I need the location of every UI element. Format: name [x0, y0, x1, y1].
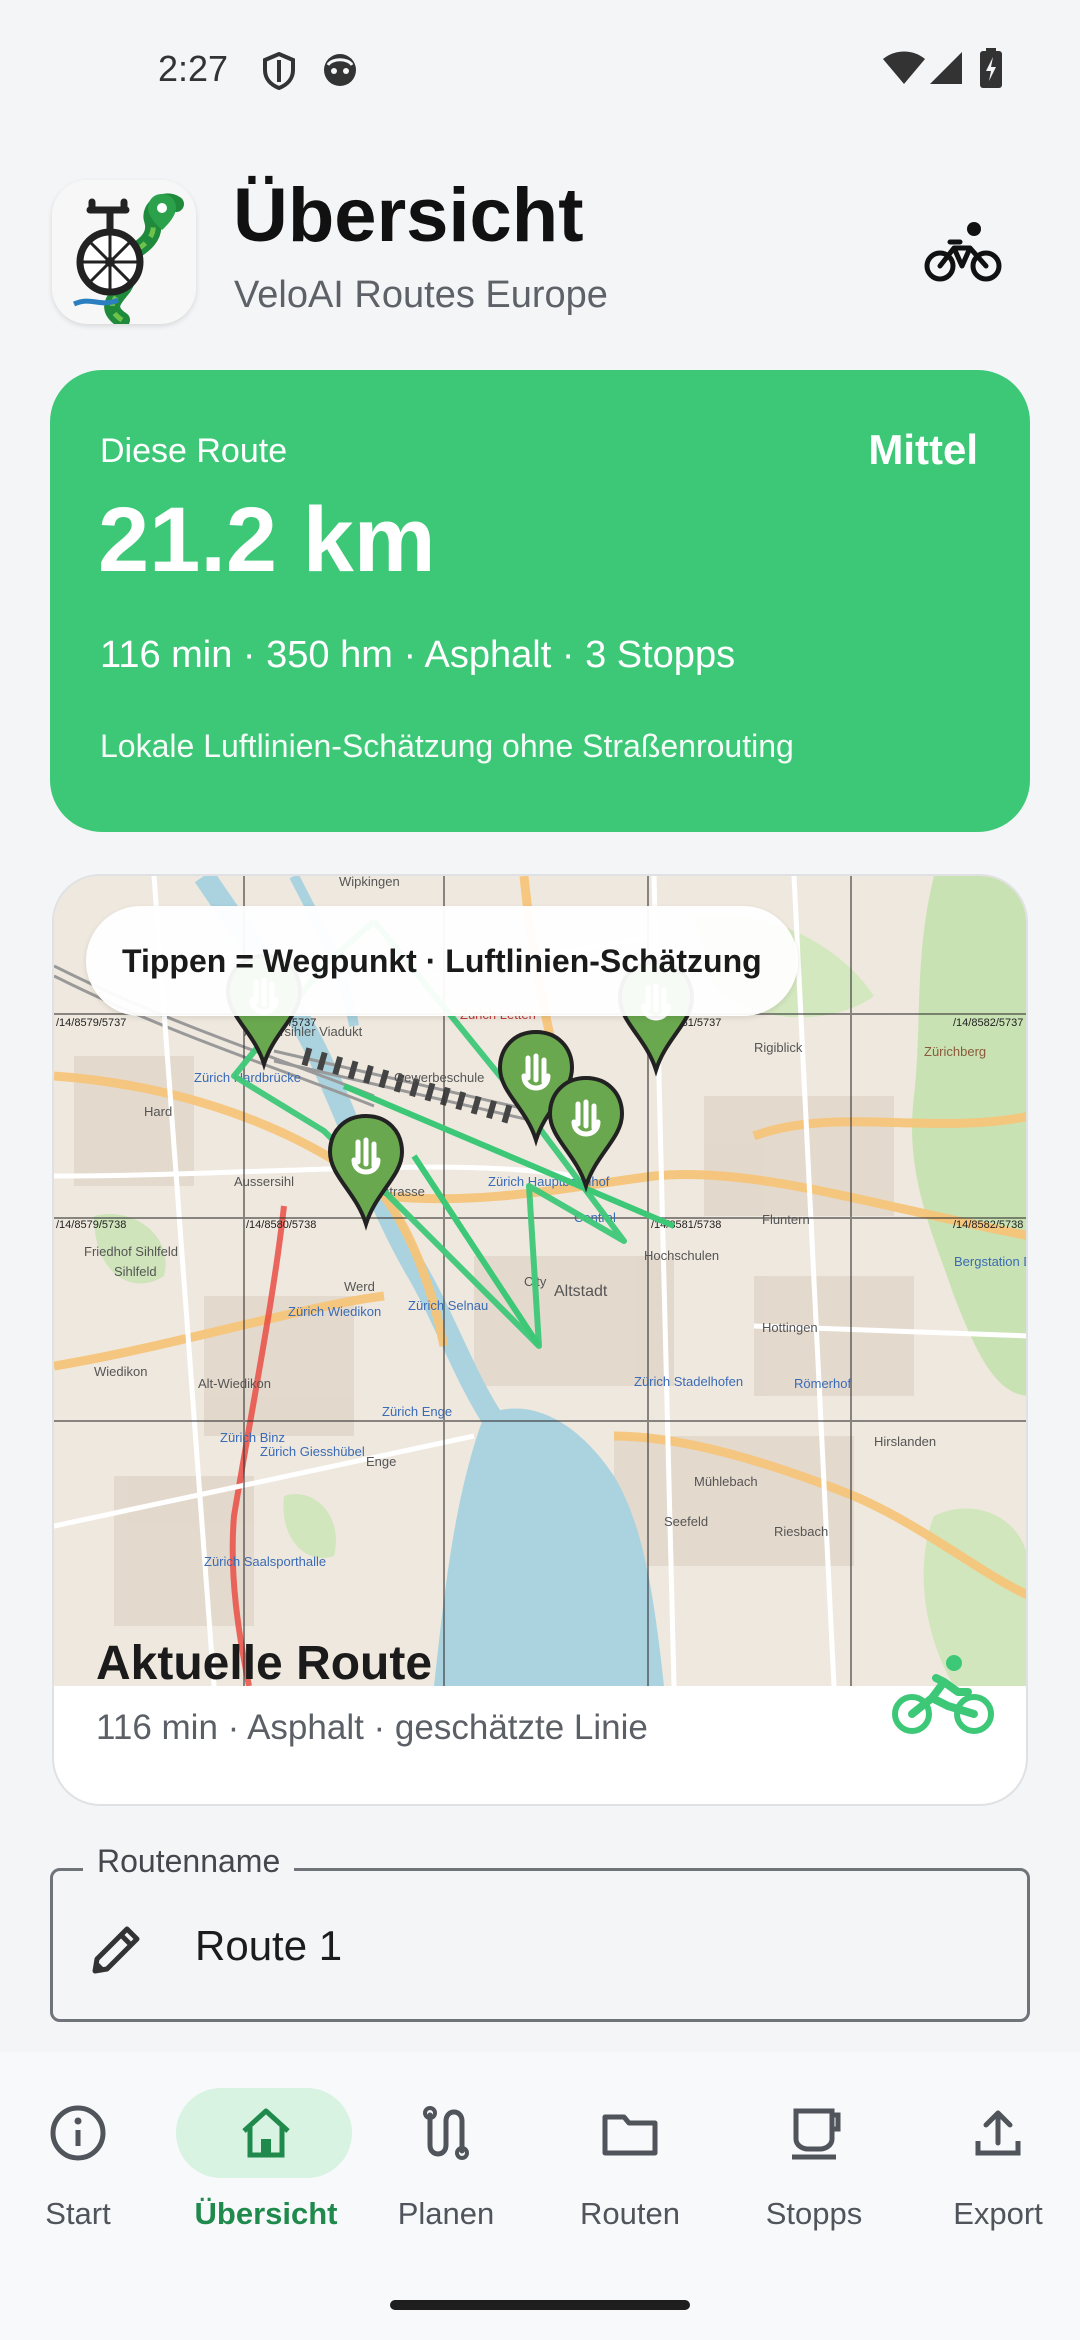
- velo-logo-icon: [52, 180, 196, 324]
- route-name-field[interactable]: Routenname: [50, 1843, 1030, 2022]
- route-icon: [423, 2106, 469, 2160]
- map-label: Seefeld: [664, 1514, 708, 1529]
- nav-item-uebersicht[interactable]: Übersicht: [176, 2088, 356, 2238]
- bottom-navigation: Start Übersicht Planen Routen Stopps Exp…: [0, 2052, 1080, 2340]
- map-view[interactable]: Wipkingen Aussersihler Viadukt Zürich Ha…: [54, 876, 1028, 1687]
- map-hint-chip: Tippen = Wegpunkt · Luftlinien-Schätzung: [86, 906, 798, 1016]
- signal-icon: [930, 52, 962, 84]
- page-subtitle: VeloAI Routes Europe: [234, 274, 608, 316]
- map-label: Zürich Wiedikon: [288, 1304, 381, 1319]
- map-label: Alt-Wiedikon: [198, 1376, 271, 1391]
- battery-icon: [980, 48, 1002, 88]
- wifi-icon: [883, 51, 925, 84]
- nav-item-start[interactable]: Start: [0, 2088, 168, 2238]
- map-label: Zürich Selnau: [408, 1298, 488, 1313]
- folder-icon: [602, 2114, 658, 2156]
- home-icon: [242, 2108, 290, 2158]
- map-label: Römerhof: [794, 1376, 851, 1391]
- bicycle-icon[interactable]: [924, 220, 1002, 284]
- info-icon: [50, 2105, 106, 2161]
- map-label: Zürich Giesshübel: [260, 1444, 365, 1459]
- nav-item-routen[interactable]: Routen: [540, 2088, 720, 2238]
- map-label: Zürich Enge: [382, 1404, 452, 1419]
- tile-label: /14/8580/5738: [246, 1219, 316, 1231]
- map-label: Werd: [344, 1279, 375, 1294]
- nav-label: Stopps: [765, 2196, 863, 2231]
- map-label: Hochschulen: [644, 1248, 719, 1263]
- tile-label: /14/8582/5737: [953, 1017, 1023, 1029]
- current-route-meta: 116 min · Asphalt · geschätzte Linie: [96, 1708, 648, 1747]
- nav-label: Planen: [397, 2196, 495, 2231]
- map-label: Zürichberg: [924, 1044, 986, 1059]
- nav-label: Übersicht: [194, 2196, 338, 2231]
- upload-icon: [975, 2110, 1021, 2156]
- map-label: Sihlfeld: [114, 1264, 157, 1279]
- map-label: Zürich Stadelhofen: [634, 1374, 743, 1389]
- pencil-icon: [92, 1926, 140, 1974]
- map-label: Fluntern: [762, 1212, 810, 1227]
- map-label: Zürich Saalsporthalle: [204, 1554, 326, 1569]
- map-label: Bergstation Dolderbahn: [954, 1254, 1028, 1269]
- route-stats: 116 min · 350 hm · Asphalt · 3 Stopps: [100, 634, 736, 676]
- home-indicator[interactable]: [390, 2300, 690, 2310]
- summary-label: Diese Route: [100, 432, 288, 470]
- route-summary-card: Diese Route Mittel 21.2 km 116 min · 350…: [50, 370, 1030, 832]
- map-label: Mühlebach: [694, 1474, 758, 1489]
- map-label: Rigiblick: [754, 1040, 803, 1055]
- map-label: Hard: [144, 1104, 172, 1119]
- tile-label: /14/8579/5738: [56, 1219, 126, 1231]
- map-label: Wipkingen: [339, 876, 400, 889]
- map-label: Zürich Binz: [220, 1430, 285, 1445]
- map-label: Altstadt: [554, 1283, 608, 1300]
- app-logo: [52, 180, 196, 324]
- route-distance: 21.2 km: [98, 489, 436, 591]
- map-label: Enge: [366, 1454, 396, 1469]
- current-route-title: Aktuelle Route: [96, 1637, 433, 1690]
- route-name-input[interactable]: [195, 1911, 995, 1981]
- face-icon: [324, 54, 356, 86]
- route-estimate-note: Lokale Luftlinien-Schätzung ohne Straßen…: [100, 728, 794, 764]
- nav-item-planen[interactable]: Planen: [356, 2088, 536, 2238]
- map-label: Riesbach: [774, 1524, 828, 1539]
- nav-item-export[interactable]: Export: [908, 2088, 1080, 2238]
- page-title: Übersicht: [233, 173, 584, 258]
- route-name-label: Routenname: [83, 1843, 295, 1880]
- nav-item-stopps[interactable]: Stopps: [724, 2088, 904, 2238]
- shield-icon: [263, 52, 295, 90]
- map-label: Hirslanden: [874, 1434, 936, 1449]
- map-card: Wipkingen Aussersihler Viadukt Zürich Ha…: [52, 874, 1028, 1806]
- map-label: Gewerbeschule: [394, 1070, 484, 1085]
- map-label: Aussersihl: [234, 1174, 294, 1189]
- map-label: Wiedikon: [94, 1364, 147, 1379]
- nav-label: Start: [45, 2196, 111, 2231]
- status-bar: 2:27: [0, 0, 1080, 138]
- map-label: Hottingen: [762, 1320, 818, 1335]
- tile-label: /14/8582/5738: [953, 1219, 1023, 1231]
- coffee-icon: [792, 2108, 841, 2160]
- map-label: Friedhof Sihlfeld: [84, 1244, 178, 1259]
- nav-label: Routen: [580, 2196, 680, 2231]
- difficulty-level: Mittel: [868, 426, 978, 473]
- status-time: 2:27: [158, 48, 229, 89]
- nav-label: Export: [953, 2196, 1043, 2231]
- cyclist-icon: [892, 1655, 994, 1734]
- tile-label: /14/8579/5737: [56, 1017, 126, 1029]
